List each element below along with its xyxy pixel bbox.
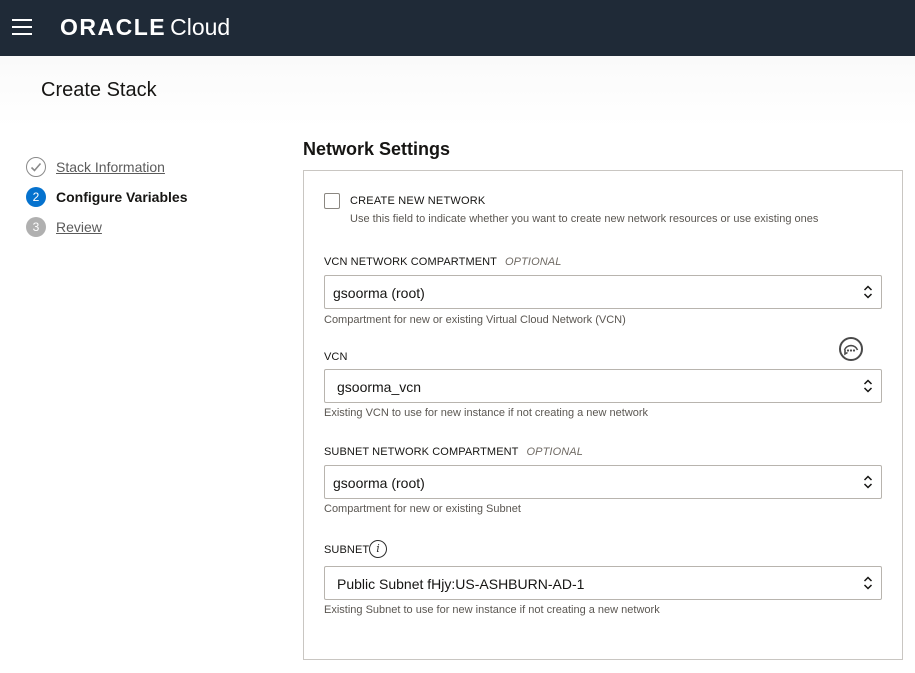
chat-bubble-icon[interactable]: [838, 336, 864, 362]
select-caret-icon: [863, 576, 873, 590]
brand-oracle: ORACLE: [60, 14, 167, 40]
vcn-compartment-help: Compartment for new or existing Virtual …: [324, 314, 626, 326]
step-number-badge: 3: [26, 217, 46, 237]
vcn-label: VCN: [324, 351, 348, 363]
subnet-compartment-help: Compartment for new or existing Subnet: [324, 503, 521, 515]
subnet-compartment-label-text: SUBNET NETWORK COMPARTMENT: [324, 446, 519, 458]
vcn-help: Existing VCN to use for new instance if …: [324, 407, 649, 419]
vcn-compartment-label: VCN NETWORK COMPARTMENT OPTIONAL: [324, 256, 561, 268]
select-caret-icon: [863, 379, 873, 393]
subnet-select[interactable]: Public Subnet fHjy:US-ASHBURN-AD-1: [324, 566, 882, 600]
step-review[interactable]: 3 Review: [26, 217, 266, 237]
vcn-compartment-label-text: VCN NETWORK COMPARTMENT: [324, 256, 498, 268]
step-label-stack-information[interactable]: Stack Information: [56, 159, 165, 175]
page-header: Create Stack: [0, 56, 915, 127]
vcn-compartment-select[interactable]: gsoorma (root): [324, 275, 882, 309]
optional-tag: OPTIONAL: [505, 256, 562, 268]
create-new-network-checkbox[interactable]: [324, 193, 340, 209]
checkmark-icon: [26, 157, 46, 177]
vcn-select[interactable]: gsoorma_vcn: [324, 369, 882, 403]
subnet-help: Existing Subnet to use for new instance …: [324, 604, 660, 616]
vcn-value: gsoorma_vcn: [337, 379, 422, 395]
subnet-compartment-value: gsoorma (root): [333, 475, 425, 491]
step-configure-variables: 2 Configure Variables: [26, 187, 266, 207]
oracle-cloud-logo[interactable]: ORACLE Cloud: [60, 14, 230, 41]
hamburger-menu-icon[interactable]: [12, 19, 32, 35]
step-number-badge: 2: [26, 187, 46, 207]
brand-cloud: Cloud: [170, 14, 231, 40]
subnet-label: SUBNET: [324, 544, 370, 556]
info-icon[interactable]: i: [369, 540, 387, 558]
create-new-network-label: CREATE NEW NETWORK: [350, 195, 486, 207]
subnet-compartment-label: SUBNET NETWORK COMPARTMENT OPTIONAL: [324, 446, 583, 458]
vcn-compartment-value: gsoorma (root): [333, 285, 425, 301]
page-title: Create Stack: [41, 79, 157, 101]
step-label-configure-variables: Configure Variables: [56, 189, 188, 205]
section-title: Network Settings: [303, 139, 451, 159]
subnet-value: Public Subnet fHjy:US-ASHBURN-AD-1: [337, 576, 585, 592]
step-stack-information[interactable]: Stack Information: [26, 157, 266, 177]
optional-tag: OPTIONAL: [526, 446, 583, 458]
network-settings-panel: CREATE NEW NETWORK Use this field to ind…: [303, 170, 903, 660]
create-new-network-help: Use this field to indicate whether you w…: [350, 213, 819, 225]
select-caret-icon: [863, 285, 873, 299]
top-bar: ORACLE Cloud: [0, 0, 915, 56]
subnet-compartment-select[interactable]: gsoorma (root): [324, 465, 882, 499]
step-label-review[interactable]: Review: [56, 219, 102, 235]
select-caret-icon: [863, 475, 873, 489]
